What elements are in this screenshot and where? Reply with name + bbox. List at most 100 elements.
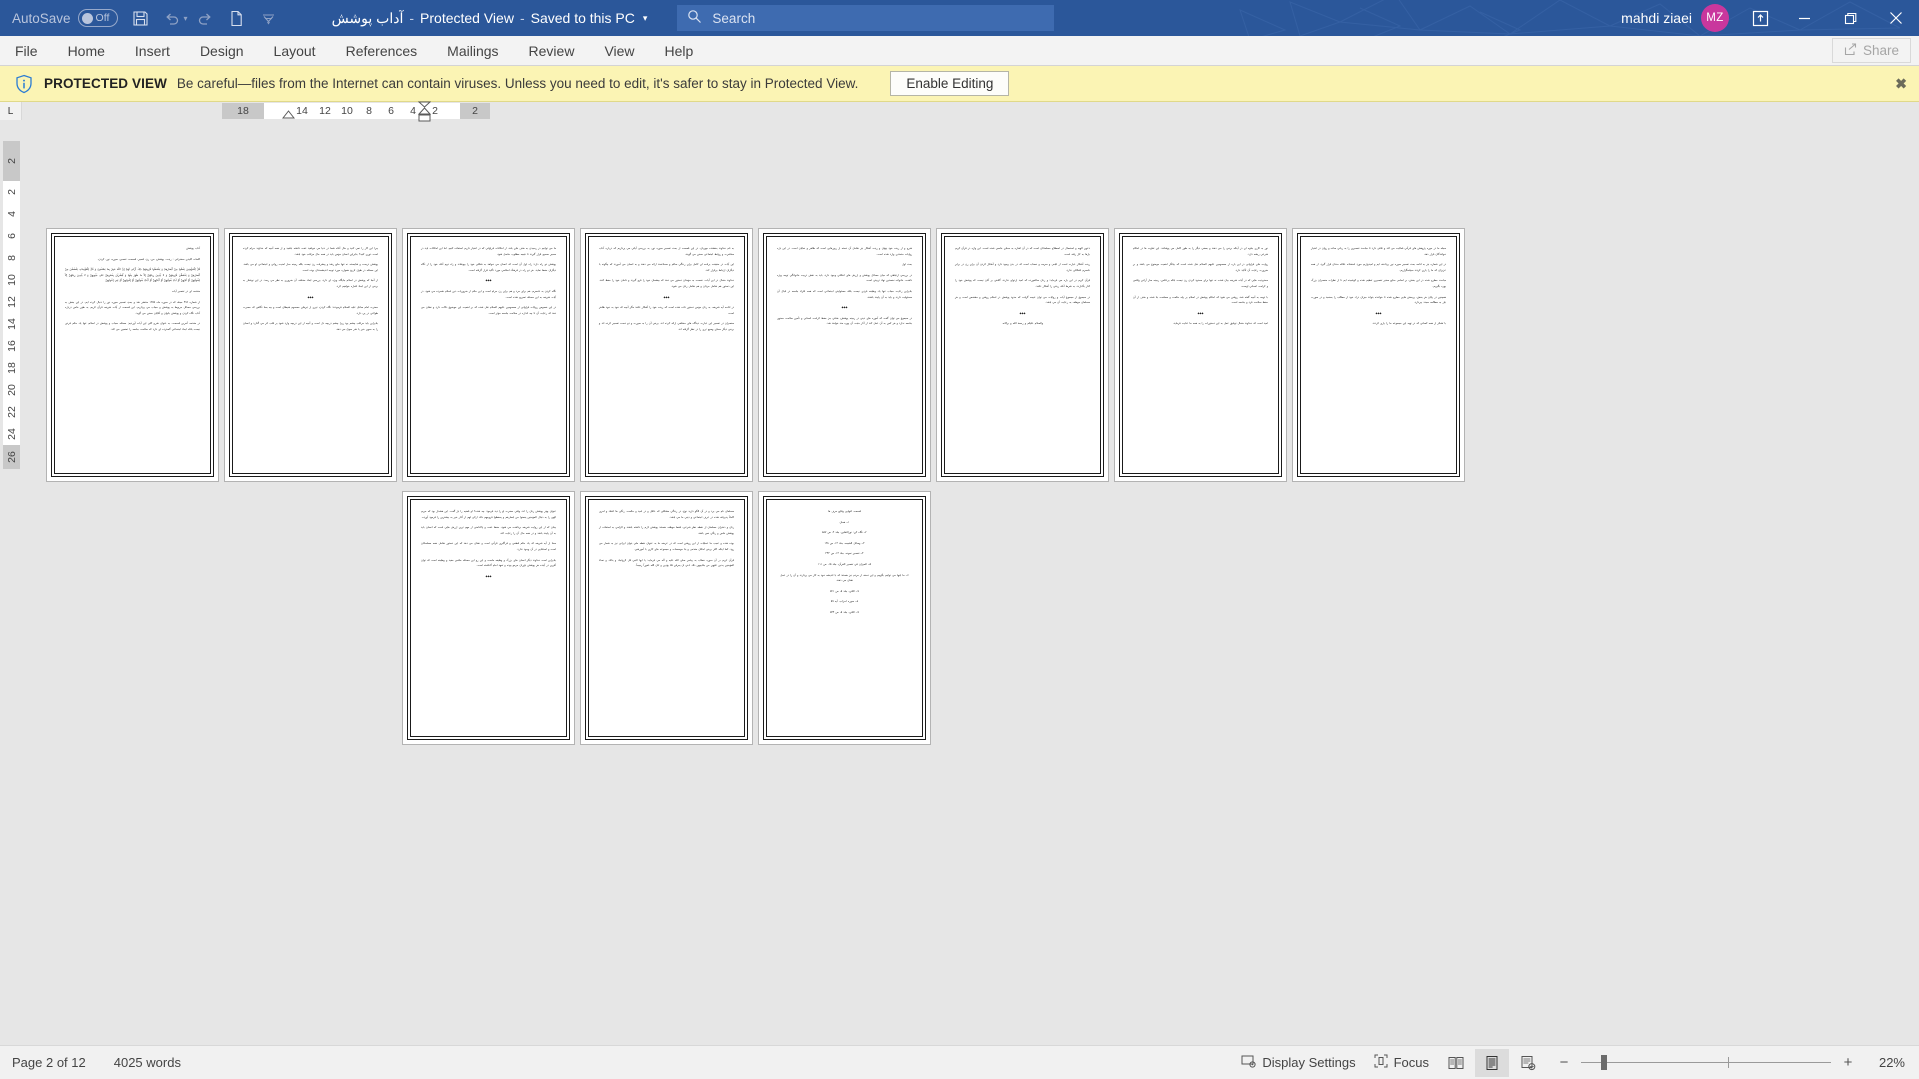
share-label: Share xyxy=(1862,43,1899,58)
customize-quick-access-toolbar-icon[interactable] xyxy=(254,4,284,32)
tab-help[interactable]: Help xyxy=(650,36,709,65)
page-frame: عنوان بهتر پوشش زنان را اند، وقتي حضرت ا… xyxy=(407,496,570,740)
paragraph: چرا اين كار را نمي كنيد و حال آنكه شما د… xyxy=(243,247,378,256)
redo-icon[interactable] xyxy=(190,4,220,32)
protected-view-status: Protected View xyxy=(420,10,514,26)
tab-file[interactable]: File xyxy=(0,36,53,65)
tab-review[interactable]: Review xyxy=(514,36,590,65)
zoom-percentage[interactable]: 22% xyxy=(1865,1055,1905,1070)
display-settings-label: Display Settings xyxy=(1262,1055,1356,1070)
focus-label: Focus xyxy=(1393,1055,1429,1070)
tab-view[interactable]: View xyxy=(589,36,649,65)
paragraph: پوشش دو راه دارد: راه اول آن است كه انسا… xyxy=(421,263,556,272)
page-thumbnail-6[interactable]: دعوي الهيه و استعمال در اصطلاح مسلمانان … xyxy=(936,228,1109,482)
tab-references[interactable]: References xyxy=(331,36,433,65)
hanging-indent-marker[interactable] xyxy=(418,101,431,123)
page-thumbnail-4[interactable]: به نام خداوند بخشنده مهربان. در اين قسمت… xyxy=(580,228,753,482)
paragraph: مسلمان نام مي برد و در آن الگو داريد نوع… xyxy=(599,510,734,519)
paragraph: با تشكر از همه كساني كه در تهيه اين مجمو… xyxy=(1372,322,1446,326)
page-thumbnail-12[interactable]: مسلمان نام مي برد و در آن الگو داريد نوع… xyxy=(580,491,753,745)
tab-stop-selector[interactable]: L xyxy=(0,102,22,120)
protected-view-title: PROTECTED VIEW xyxy=(44,76,167,91)
title-separator-1: - xyxy=(409,10,415,26)
page-body-12: مسلمان نام مي برد و در آن الگو داريد نوع… xyxy=(589,500,744,736)
vertical-ruler[interactable]: 2 2 4 6 8 10 12 14 16 18 20 22 24 26 xyxy=(3,141,20,1011)
page-frame: ما مي توانيم در رسيدن به هدف هاي بلند، ا… xyxy=(407,233,570,477)
close-icon[interactable] xyxy=(1873,0,1919,36)
tab-design[interactable]: Design xyxy=(185,36,259,65)
display-settings-icon xyxy=(1241,1054,1256,1072)
paragraph: بنابراين رعايت حجاب تنها يك وظيفه فردي ن… xyxy=(777,289,912,299)
vruler-label-8: 8 xyxy=(3,247,20,269)
page-thumbnail-13[interactable]: قسمت انتهايي وقايع حرف ها ۱ــ همان ۲ــ ن… xyxy=(758,491,931,745)
page-thumbnail-3[interactable]: ما مي توانيم در رسيدن به هدف هاي بلند، ا… xyxy=(402,228,575,482)
zoom-control[interactable]: − + 22% xyxy=(1557,1054,1905,1071)
page-thumbnail-5[interactable]: شرح و از زينت خود پنهان و زينت آشكار نيز… xyxy=(758,228,931,482)
word-count[interactable]: 4025 words xyxy=(114,1055,181,1070)
read-mode-icon[interactable] xyxy=(1439,1049,1473,1077)
tab-mailings[interactable]: Mailings xyxy=(432,36,513,65)
page-body-7: نور به كاري جلوه اي در آينكه برخي را مي … xyxy=(1123,237,1278,473)
avatar[interactable]: MZ xyxy=(1701,4,1729,32)
print-layout-icon[interactable] xyxy=(1475,1048,1509,1077)
zoom-slider[interactable] xyxy=(1581,1055,1831,1070)
page-thumbnail-8[interactable]: مجله ما در حوزه پژوهش هاي قرآني فعاليت م… xyxy=(1292,228,1465,482)
new-document-icon[interactable] xyxy=(222,4,252,32)
focus-mode-icon xyxy=(1374,1054,1388,1071)
search-box[interactable] xyxy=(677,5,1055,31)
paragraph: ◆◆◆ xyxy=(1197,311,1204,315)
page-frame: شرح و از زينت خود پنهان و زينت آشكار نيز… xyxy=(763,233,926,477)
paragraph: در مقدمه آخرين قسمت، به عنوان شرح كلي اي… xyxy=(65,322,200,331)
page-thumbnail-11[interactable]: عنوان بهتر پوشش زنان را اند، وقتي حضرت ا… xyxy=(402,491,575,745)
tab-layout[interactable]: Layout xyxy=(259,36,331,65)
undo-dropdown-icon[interactable]: ▾ xyxy=(184,14,188,23)
page-body-5: شرح و از زينت خود پنهان و زينت آشكار نيز… xyxy=(767,237,922,473)
save-icon[interactable] xyxy=(126,4,156,32)
document-canvas[interactable]: 2 2 4 6 8 10 12 14 16 18 20 22 24 26 آدا… xyxy=(0,123,1919,1045)
display-settings-button[interactable]: Display Settings xyxy=(1233,1049,1363,1077)
ruler-label-6: 6 xyxy=(380,103,402,119)
paragraph: در مجموع از مجموع آيات و روايات مي توان … xyxy=(955,295,1090,305)
paragraph: ◆◆◆ xyxy=(485,279,492,283)
page-thumbnail-1[interactable]: آداب پوشش كلمات كليدي سخنراني : زينت، پو… xyxy=(46,228,219,482)
page-frame: آداب پوشش كلمات كليدي سخنراني : زينت، پو… xyxy=(51,233,214,477)
restore-icon[interactable] xyxy=(1827,0,1873,36)
tab-insert[interactable]: Insert xyxy=(120,36,185,65)
paragraph: خداوند متعال در اين آيات، نخست به مؤمنان… xyxy=(599,279,734,288)
web-layout-icon[interactable] xyxy=(1511,1049,1545,1077)
page-thumbnail-7[interactable]: نور به كاري جلوه اي در آينكه برخي را مي … xyxy=(1114,228,1287,482)
share-button[interactable]: Share xyxy=(1831,38,1911,63)
paragraph: بنابراين است خداوند ديگر انسان هاي بزرگ … xyxy=(421,558,556,568)
first-line-indent-marker[interactable] xyxy=(282,106,295,120)
save-location-status[interactable]: Saved to this PC xyxy=(531,10,635,26)
page-indicator[interactable]: Page 2 of 12 xyxy=(12,1055,86,1070)
horizontal-ruler[interactable]: 18 14 12 10 8 6 4 2 2 xyxy=(222,101,490,122)
zoom-out-button[interactable]: − xyxy=(1557,1054,1571,1071)
search-input[interactable] xyxy=(712,10,1045,26)
autosave-control[interactable]: AutoSave Off xyxy=(12,9,118,27)
paragraph: محدوديت هايي كه در آيات شريفه بيان شده، … xyxy=(1133,279,1268,288)
vruler-label-2: 2 xyxy=(3,181,20,203)
ribbon-display-options-icon[interactable] xyxy=(1739,1,1781,35)
paragraph: از شماره ۴۹۶ مجله كه در سوره ماه ۱۳۷۵ من… xyxy=(65,300,201,315)
search-icon xyxy=(687,9,702,27)
page-thumbnail-2[interactable]: چرا اين كار را نمي كنيد و حال آنكه شما د… xyxy=(224,228,397,482)
zoom-in-button[interactable]: + xyxy=(1841,1054,1855,1071)
chevron-down-icon[interactable]: ▾ xyxy=(643,13,648,24)
vruler-label-16: 16 xyxy=(3,335,20,357)
ruler-label-18: 18 xyxy=(222,103,264,119)
enable-editing-button[interactable]: Enable Editing xyxy=(890,71,1010,96)
focus-button[interactable]: Focus xyxy=(1366,1049,1437,1077)
autosave-toggle[interactable]: Off xyxy=(77,9,118,27)
paragraph: ۷ــ كافي، جلد ۵، ص ۵۲۱ xyxy=(830,589,859,593)
share-icon xyxy=(1844,42,1857,59)
paragraph: قُلْ لِلْمُؤْمِنِينَ يَغُضُّوا مِنْ أَبْ… xyxy=(65,268,200,283)
minimize-icon[interactable] xyxy=(1781,0,1827,36)
user-name[interactable]: mahdi ziaei xyxy=(1621,10,1692,26)
autosave-toggle-knob xyxy=(81,12,93,24)
tab-home[interactable]: Home xyxy=(53,36,120,65)
close-icon[interactable]: ✖ xyxy=(1895,75,1907,92)
autosave-label: AutoSave xyxy=(12,10,71,26)
zoom-slider-thumb[interactable] xyxy=(1601,1055,1607,1070)
paragraph: روايت هاي فراواني در اين باره از معصومين… xyxy=(1133,263,1268,272)
